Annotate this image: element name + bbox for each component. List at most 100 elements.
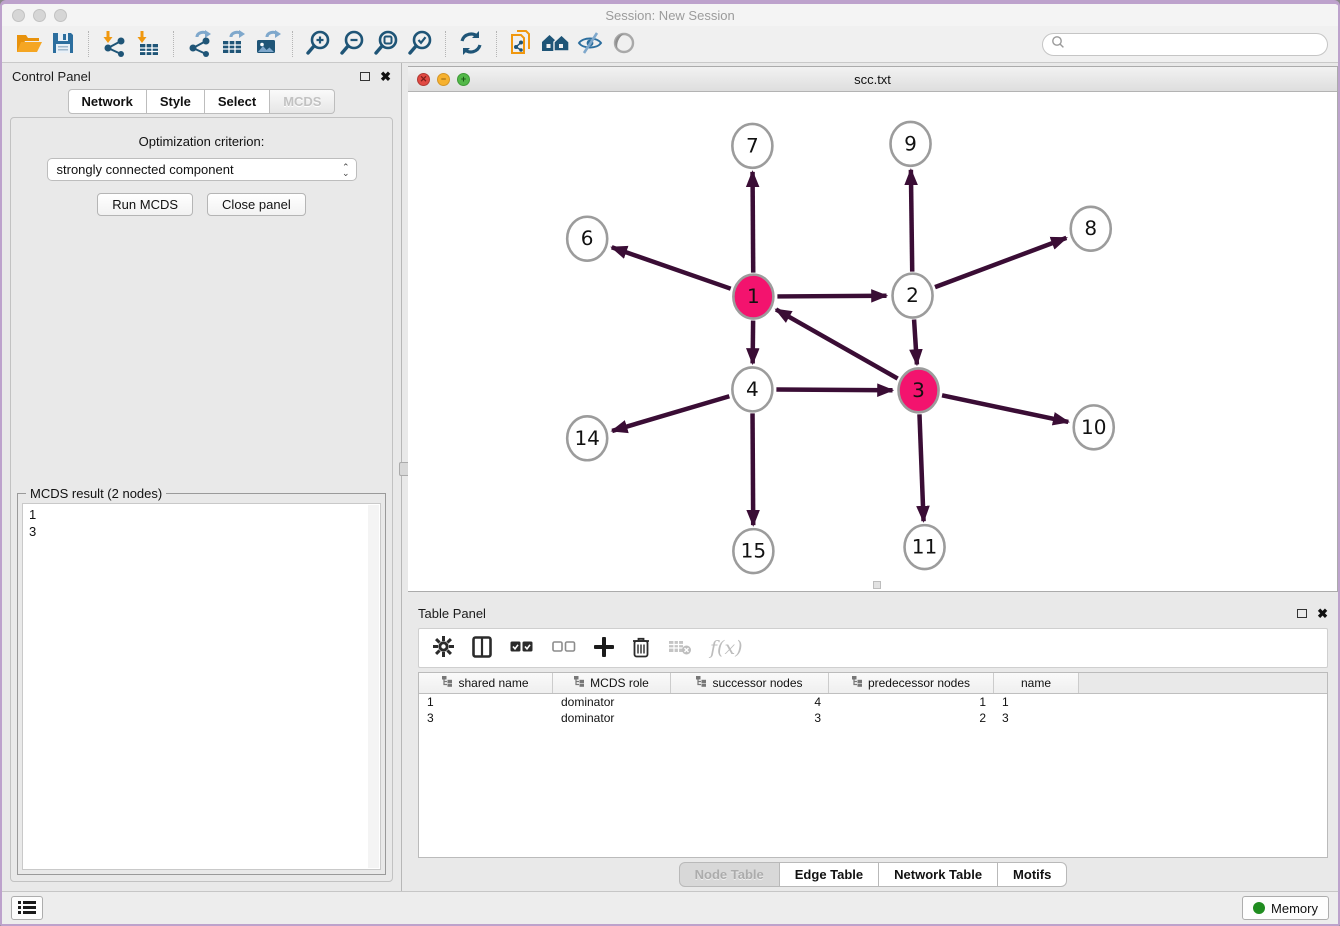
float-table-panel-icon[interactable] [1297,609,1307,618]
zoom-in-button[interactable] [301,29,335,59]
tab-network-table[interactable]: Network Table [879,862,998,887]
graph-edge-3-10[interactable] [942,395,1068,422]
graph-node-label-2: 2 [906,283,919,307]
column-header-label: MCDS role [590,676,649,690]
graph-edge-3-11[interactable] [919,414,923,521]
graph-edge-2-8[interactable] [935,238,1066,287]
control-panel: Control Panel ✖ Network Style Select MCD… [2,63,402,891]
status-bar: Memory [2,891,1338,924]
close-table-panel-icon[interactable]: ✖ [1317,607,1328,620]
tab-motifs[interactable]: Motifs [998,862,1067,887]
import-network-icon [100,29,128,60]
graph-edge-4-3[interactable] [776,390,892,391]
hide-panels-button[interactable] [573,29,607,59]
table-cell[interactable]: 4 [671,694,829,710]
add-column-button[interactable] [594,637,614,660]
table-row[interactable]: 1dominator411 [419,694,1327,710]
tab-network[interactable]: Network [68,89,147,114]
network-resize-grip[interactable] [873,581,881,589]
open-session-button[interactable] [12,29,46,59]
close-panel-icon[interactable]: ✖ [380,70,391,83]
import-table-icon [134,29,162,60]
graph-edge-4-14[interactable] [612,396,729,431]
search-field[interactable] [1042,33,1328,56]
export-network-button[interactable] [182,29,216,59]
column-header-label: predecessor nodes [868,676,970,690]
memory-button[interactable]: Memory [1242,896,1329,920]
show-columns-button[interactable] [472,636,492,661]
main-toolbar [2,26,1338,63]
function-builder-button[interactable]: f(x) [710,637,743,659]
result-scrollbar[interactable] [368,505,379,868]
float-panel-icon[interactable] [360,72,370,81]
column-header-name[interactable]: name [994,673,1079,693]
tab-node-table[interactable]: Node Table [679,862,780,887]
column-header-MCDS-role[interactable]: MCDS role [553,673,671,693]
hierarchy-icon [574,676,585,690]
zoom-fit-button[interactable] [369,29,403,59]
table-cell[interactable]: 3 [671,710,829,726]
table-cell[interactable]: 1 [994,694,1079,710]
tab-select[interactable]: Select [205,89,270,114]
table-row[interactable]: 3dominator323 [419,710,1327,726]
open-folder-icon [15,30,43,59]
title-bar: Session: New Session [2,4,1338,26]
search-input[interactable] [1066,35,1327,53]
select-all-rows-button[interactable] [510,640,534,656]
criterion-select[interactable]: strongly connected component ⌃⌄ [47,158,357,181]
graph-edge-1-2[interactable] [777,296,886,297]
clone-network-button[interactable] [505,29,539,59]
graph-edge-2-3[interactable] [914,319,917,364]
zoom-out-button[interactable] [335,29,369,59]
graph-edge-4-15[interactable] [753,413,754,525]
task-history-button[interactable] [11,896,43,920]
table-cell[interactable]: dominator [553,694,671,710]
graph-edge-2-9[interactable] [911,170,912,272]
import-network-button[interactable] [97,29,131,59]
column-header-predecessor-nodes[interactable]: predecessor nodes [829,673,994,693]
zoom-selected-button[interactable] [403,29,437,59]
select-stepper-icon: ⌃⌄ [342,164,350,176]
table-settings-button[interactable] [433,636,454,660]
control-panel-tabs: Network Style Select MCDS [2,89,401,114]
zoom-out-icon [338,29,366,60]
close-panel-button[interactable]: Close panel [207,193,306,216]
export-table-button[interactable] [216,29,250,59]
home-button[interactable] [539,29,573,59]
column-header-successor-nodes[interactable]: successor nodes [671,673,829,693]
refresh-layout-button[interactable] [454,29,488,59]
tab-style[interactable]: Style [147,89,205,114]
show-hide-button[interactable] [607,29,641,59]
delete-table-button[interactable] [668,638,692,659]
network-canvas[interactable]: 7968124314101511 [408,92,1337,591]
run-mcds-button[interactable]: Run MCDS [97,193,193,216]
export-image-button[interactable] [250,29,284,59]
table-cell[interactable]: 3 [994,710,1079,726]
save-session-button[interactable] [46,29,80,59]
table-cell[interactable]: 1 [419,694,553,710]
mcds-result-title: MCDS result (2 nodes) [26,486,166,501]
table-cell[interactable]: 3 [419,710,553,726]
graph-node-label-10: 10 [1081,415,1106,439]
refresh-icon [458,30,484,59]
delete-column-button[interactable] [632,636,650,661]
graph-edge-3-1[interactable] [776,309,898,378]
deselect-all-rows-button[interactable] [552,640,576,656]
tab-mcds[interactable]: MCDS [270,89,335,114]
graph-edge-1-6[interactable] [612,247,731,288]
graph-node-label-4: 4 [746,377,759,401]
hierarchy-icon [696,676,707,690]
fx-icon: f(x) [710,637,743,659]
import-table-button[interactable] [131,29,165,59]
graph-edge-1-7[interactable] [753,172,754,273]
table-toolbar: f(x) [418,628,1328,668]
table-cell[interactable]: 2 [829,710,994,726]
table-cell[interactable]: dominator [553,710,671,726]
column-header-shared-name[interactable]: shared name [419,673,553,693]
clone-network-icon [508,29,536,60]
column-header-label: successor nodes [712,676,802,690]
network-view-window: ✕ − + scc.txt 79681243141015 [408,66,1338,592]
mcds-result-list[interactable]: 1 3 [22,503,381,870]
tab-edge-table[interactable]: Edge Table [780,862,879,887]
table-cell[interactable]: 1 [829,694,994,710]
